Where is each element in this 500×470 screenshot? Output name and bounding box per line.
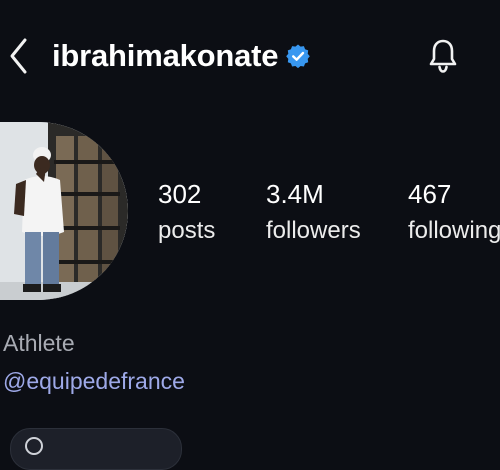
notifications-button[interactable]	[424, 34, 462, 78]
chevron-left-icon	[10, 38, 27, 74]
bio-link[interactable]: @equipedefrance	[3, 364, 185, 398]
profile-header: ibrahimakonate	[0, 0, 500, 110]
followers-label: followers	[266, 217, 361, 244]
back-button[interactable]	[4, 34, 34, 78]
verified-badge-icon	[285, 43, 311, 69]
username-row: ibrahimakonate	[52, 34, 311, 78]
posts-label: posts	[158, 217, 216, 244]
posts-count: 302	[158, 179, 202, 209]
following-label: following	[408, 217, 500, 244]
followers-count: 3.4M	[266, 179, 324, 209]
followers-stat[interactable]: 3.4M followers	[266, 176, 361, 250]
bio-category: Athlete	[3, 330, 75, 356]
following-count: 467	[408, 179, 452, 209]
posts-stat[interactable]: 302 posts	[158, 176, 215, 250]
bottom-chip[interactable]	[10, 428, 182, 470]
profile-stats: 302 posts 3.4M followers 467 following	[0, 176, 500, 256]
bell-icon	[429, 39, 457, 73]
username: ibrahimakonate	[52, 38, 279, 73]
following-stat[interactable]: 467 following	[408, 176, 500, 250]
